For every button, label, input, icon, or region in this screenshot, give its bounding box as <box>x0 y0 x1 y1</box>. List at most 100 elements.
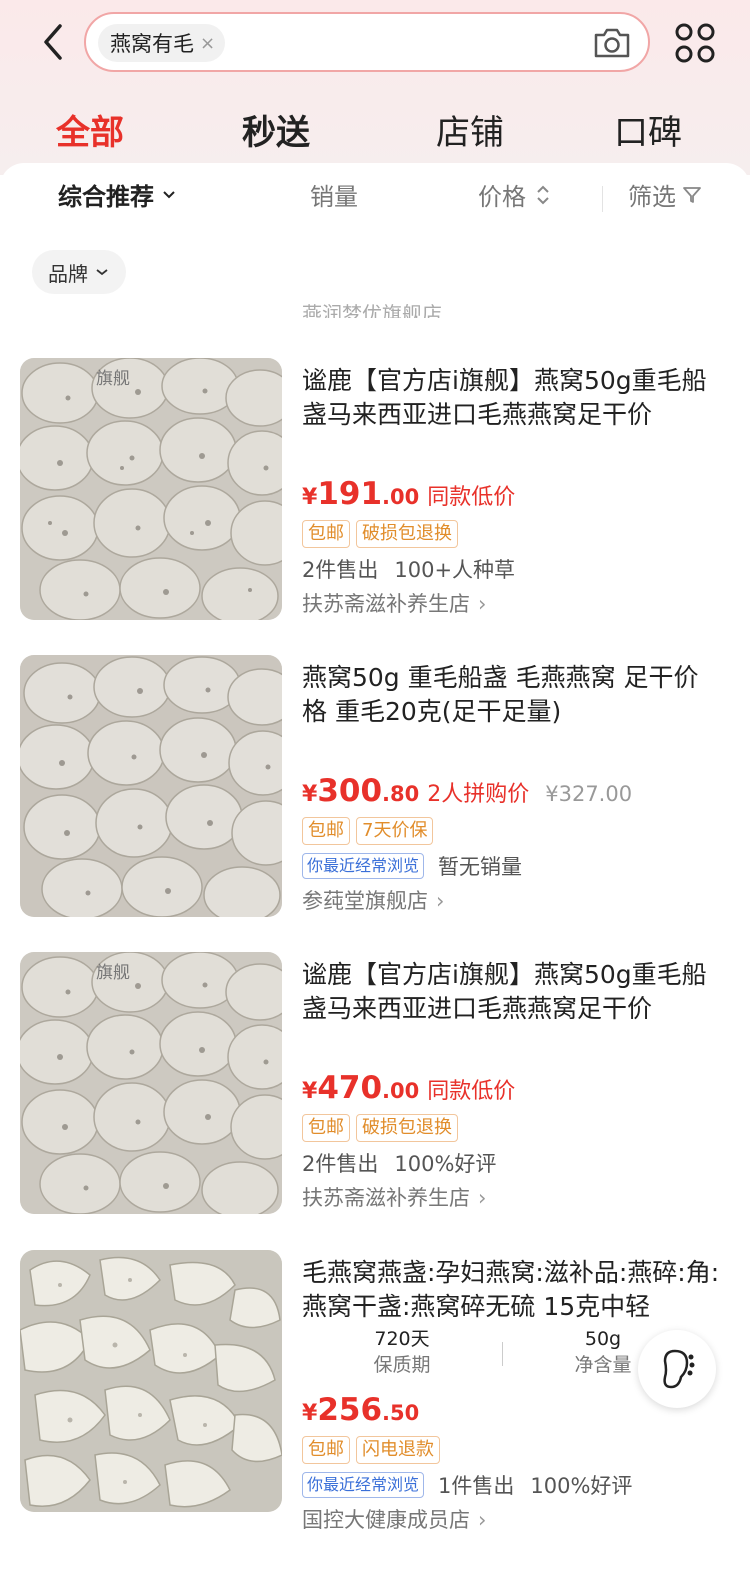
tag-service: 破损包退换 <box>356 520 458 548</box>
sort-divider <box>602 186 603 212</box>
currency-symbol: ¥ <box>302 485 318 510</box>
sold-count: 2件售出 <box>302 558 379 582</box>
recently-viewed-badge: 你最近经常浏览 <box>302 853 425 879</box>
product-title: 燕窝50g 重毛船盏 毛燕燕窝 足干价格 重毛20克(足干足量) <box>302 663 699 726</box>
image-watermark: 旗舰 <box>96 963 130 983</box>
tag-free-shipping: 包邮 <box>302 1114 350 1142</box>
sales-extra: 100+人种草 <box>394 558 516 582</box>
shop-link[interactable]: 参莼堂旗舰店 › <box>302 885 722 915</box>
price-integer: 256 <box>317 1392 383 1428</box>
clear-chip-icon[interactable]: × <box>200 33 215 54</box>
spec-shelf-life: 720天 保质期 <box>302 1326 502 1384</box>
tag-free-shipping: 包邮 <box>302 817 350 845</box>
product-info: 燕窝50g 重毛船盏 毛燕燕窝 足干价格 重毛20克(足干足量) ¥ 300 .… <box>302 661 722 915</box>
filter-funnel-icon <box>683 186 701 203</box>
category-tabs: 全部 秒送 店铺 口碑 <box>0 105 750 160</box>
price-integer: 300 <box>317 773 383 809</box>
price-decimal: .00 <box>382 1079 420 1103</box>
product-title: 谧鹿【官方店i旗舰】燕窝50g重毛船盏马来西亚进口毛燕燕窝足干价 <box>302 960 707 1023</box>
currency-symbol: ¥ <box>302 782 318 807</box>
tab-reviews[interactable]: 口碑 <box>614 105 682 154</box>
currency-symbol: ¥ <box>302 1401 318 1426</box>
footprint-icon[interactable] <box>638 1330 716 1408</box>
clipped-previous-store: 燕润梦优旗舰店 <box>302 302 442 318</box>
sales-info: 2件售出 100%好评 <box>302 1148 722 1178</box>
price-decimal: .00 <box>382 485 420 509</box>
sort-recommend[interactable]: 综合推荐 <box>58 177 178 212</box>
price-label: 同款低价 <box>427 485 516 510</box>
sort-updown-icon <box>537 185 549 204</box>
shop-link[interactable]: 国控大健康成员店 › <box>302 1504 722 1534</box>
sold-count: 2件售出 <box>302 1152 379 1176</box>
tab-stores[interactable]: 店铺 <box>436 105 504 154</box>
sold-count: 1件售出 <box>438 1474 515 1498</box>
search-query-chip[interactable]: 燕窝有毛 × <box>98 24 226 62</box>
sort-sales[interactable]: 销量 <box>310 177 358 212</box>
back-arrow-icon[interactable] <box>36 22 72 62</box>
price-decimal: .80 <box>382 782 420 806</box>
tag-row: 包邮 7天价保 <box>302 817 722 845</box>
tab-all[interactable]: 全部 <box>56 105 124 154</box>
tag-service: 破损包退换 <box>356 1114 458 1142</box>
tag-row: 包邮 闪电退款 <box>302 1436 722 1464</box>
price-label: 同款低价 <box>427 1079 516 1104</box>
price-decimal: .50 <box>382 1401 420 1425</box>
shop-name: 国控大健康成员店 <box>302 1508 470 1532</box>
chevron-right-icon: › <box>478 1508 487 1532</box>
sort-price[interactable]: 价格 <box>478 177 552 212</box>
product-card[interactable]: 毛燕窝燕盏:孕妇燕窝:滋补品:燕碎:角:燕窝干盏:燕窝碎无硫 15克中轻 720… <box>0 1250 750 1532</box>
product-image: 旗舰 <box>20 952 282 1214</box>
sort-filter[interactable]: 筛选 <box>628 177 702 212</box>
spec-label: 保质期 <box>373 1354 431 1376</box>
search-box[interactable]: 燕窝有毛 × <box>84 12 650 72</box>
shop-link[interactable]: 扶苏斋滋补养生店 › <box>302 1182 722 1212</box>
search-query-text: 燕窝有毛 <box>110 32 194 56</box>
spec-value: 720天 <box>374 1328 430 1350</box>
sales-extra: 暂无销量 <box>438 855 523 879</box>
camera-icon[interactable] <box>592 26 632 60</box>
product-card[interactable]: 燕窝50g 重毛船盏 毛燕燕窝 足干价格 重毛20克(足干足量) ¥ 300 .… <box>0 655 750 920</box>
sales-info: 你最近经常浏览 1件售出 100%好评 <box>302 1470 722 1500</box>
product-image: 旗舰 <box>20 358 282 620</box>
chevron-right-icon: › <box>436 889 445 913</box>
tag-free-shipping: 包邮 <box>302 1436 350 1464</box>
price-line: ¥ 300 .80 2人拼购价 ¥327.00 <box>302 773 722 809</box>
product-card[interactable]: 旗舰 谧鹿【官方店i旗舰】燕窝50g重毛船盏马来西亚进口毛燕燕窝足干价 ¥ 19… <box>0 358 750 623</box>
price-integer: 470 <box>317 1070 383 1106</box>
product-title: 毛燕窝燕盏:孕妇燕窝:滋补品:燕碎:角:燕窝干盏:燕窝碎无硫 15克中轻 <box>302 1258 720 1321</box>
price-line: ¥ 470 .00 同款低价 <box>302 1070 722 1106</box>
tag-service: 闪电退款 <box>356 1436 440 1464</box>
shop-name: 扶苏斋滋补养生店 <box>302 1186 470 1210</box>
price-integer: 191 <box>317 476 383 512</box>
tab-instant-delivery[interactable]: 秒送 <box>242 105 310 154</box>
currency-symbol: ¥ <box>302 1079 318 1104</box>
grid-menu-icon[interactable] <box>674 22 716 64</box>
brand-filter-chip[interactable]: 品牌 <box>32 250 126 294</box>
recently-viewed-badge: 你最近经常浏览 <box>302 1472 425 1498</box>
chevron-right-icon: › <box>478 592 487 616</box>
sort-bar: 综合推荐 销量 价格 筛选 <box>0 177 750 221</box>
shop-name: 参莼堂旗舰店 <box>302 889 428 913</box>
product-title: 谧鹿【官方店i旗舰】燕窝50g重毛船盏马来西亚进口毛燕燕窝足干价 <box>302 366 707 429</box>
tag-row: 包邮 破损包退换 <box>302 520 722 548</box>
sales-info: 你最近经常浏览 暂无销量 <box>302 851 722 881</box>
tag-service: 7天价保 <box>356 817 434 845</box>
product-info: 谧鹿【官方店i旗舰】燕窝50g重毛船盏马来西亚进口毛燕燕窝足干价 ¥ 470 .… <box>302 958 722 1212</box>
shop-link[interactable]: 扶苏斋滋补养生店 › <box>302 588 722 618</box>
original-price: ¥327.00 <box>545 782 633 806</box>
shop-name: 扶苏斋滋补养生店 <box>302 592 470 616</box>
product-image <box>20 1250 282 1512</box>
sales-extra: 100%好评 <box>394 1152 497 1176</box>
tag-row: 包邮 破损包退换 <box>302 1114 722 1142</box>
product-info: 谧鹿【官方店i旗舰】燕窝50g重毛船盏马来西亚进口毛燕燕窝足干价 ¥ 191 .… <box>302 364 722 618</box>
sales-extra: 100%好评 <box>530 1474 633 1498</box>
image-watermark: 旗舰 <box>96 369 130 389</box>
chevron-down-icon <box>163 190 175 198</box>
tag-free-shipping: 包邮 <box>302 520 350 548</box>
product-image <box>20 655 282 917</box>
price-label: 2人拼购价 <box>427 782 530 807</box>
sales-info: 2件售出 100+人种草 <box>302 554 722 584</box>
product-card[interactable]: 旗舰 谧鹿【官方店i旗舰】燕窝50g重毛船盏马来西亚进口毛燕燕窝足干价 ¥ 47… <box>0 952 750 1217</box>
chevron-down-icon <box>96 269 108 276</box>
chevron-right-icon: › <box>478 1186 487 1210</box>
